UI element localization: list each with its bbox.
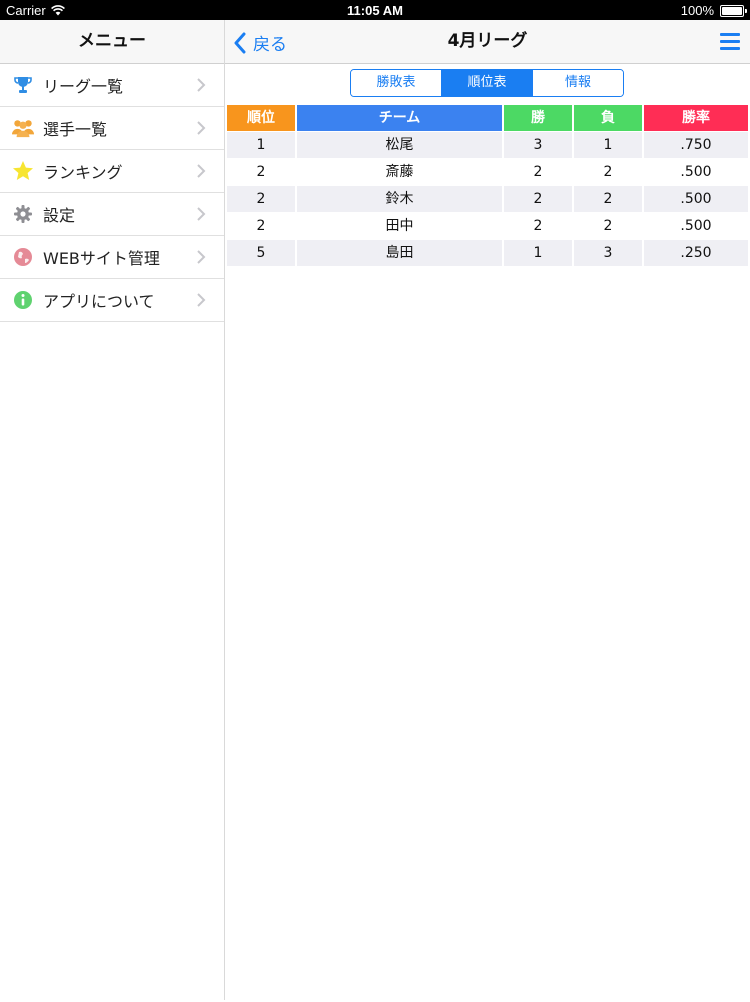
column-header-wins: 勝 (504, 105, 572, 131)
column-header-win-pct: 勝率 (644, 105, 748, 131)
cell-rank: 2 (227, 213, 295, 239)
segment-win-loss-table[interactable]: 勝敗表 (351, 70, 442, 96)
segmented-control: 勝敗表 順位表 情報 (350, 69, 624, 97)
sidebar-item-label: 選手一覧 (43, 120, 108, 139)
trophy-icon (12, 74, 34, 96)
chevron-right-icon (197, 78, 206, 92)
sidebar-item-ranking[interactable]: ランキング (0, 150, 224, 193)
sidebar-title: メニュー (0, 20, 224, 64)
cell-win-pct: .500 (644, 159, 748, 185)
cell-wins: 3 (504, 132, 572, 158)
table-row: 2 斎藤 2 2 .500 (227, 159, 748, 185)
cell-losses: 3 (574, 240, 642, 266)
sidebar-item-about-app[interactable]: アプリについて (0, 279, 224, 322)
chevron-right-icon (197, 207, 206, 221)
standings-table: 順位 チーム 勝 負 勝率 1 松尾 3 1 .750 2 斎藤 2 2 .50… (227, 105, 748, 266)
battery-indicator: 100% (680, 3, 747, 18)
chevron-right-icon (197, 293, 206, 307)
cell-wins: 1 (504, 240, 572, 266)
sidebar-menu: メニュー リーグ一覧 選手一覧 ランキング 設定 WEBサイト管理 アプリについ… (0, 20, 225, 1002)
star-icon (12, 160, 34, 182)
segment-info[interactable]: 情報 (533, 70, 623, 96)
battery-icon (720, 4, 747, 17)
cell-rank: 2 (227, 159, 295, 185)
sidebar-item-label: WEBサイト管理 (43, 249, 160, 268)
cell-rank: 1 (227, 132, 295, 158)
chevron-right-icon (197, 121, 206, 135)
table-row: 5 島田 1 3 .250 (227, 240, 748, 266)
table-row: 1 松尾 3 1 .750 (227, 132, 748, 158)
column-header-losses: 負 (574, 105, 642, 131)
page-title: 4月リーグ (447, 31, 528, 51)
cell-wins: 2 (504, 159, 572, 185)
sidebar-item-label: アプリについて (43, 292, 155, 311)
cell-losses: 2 (574, 159, 642, 185)
cell-win-pct: .500 (644, 213, 748, 239)
sidebar-item-label: 設定 (43, 206, 76, 225)
segment-standings[interactable]: 順位表 (442, 70, 533, 96)
cell-team: 松尾 (297, 132, 502, 158)
cell-team: 島田 (297, 240, 502, 266)
navigation-bar: 戻る 4月リーグ (225, 20, 750, 64)
cell-win-pct: .500 (644, 186, 748, 212)
sidebar-item-label: リーグ一覧 (43, 77, 124, 96)
cell-losses: 2 (574, 213, 642, 239)
cell-team: 斎藤 (297, 159, 502, 185)
sidebar-item-player-list[interactable]: 選手一覧 (0, 107, 224, 150)
cell-team: 鈴木 (297, 186, 502, 212)
people-icon (12, 117, 34, 139)
cell-win-pct: .250 (644, 240, 748, 266)
column-header-rank: 順位 (227, 105, 295, 131)
sidebar-item-label: ランキング (43, 163, 123, 182)
sidebar-item-league-list[interactable]: リーグ一覧 (0, 64, 224, 107)
cell-rank: 5 (227, 240, 295, 266)
sidebar-item-website-admin[interactable]: WEBサイト管理 (0, 236, 224, 279)
battery-percent: 100% (680, 3, 714, 18)
cell-wins: 2 (504, 213, 572, 239)
cell-team: 田中 (297, 213, 502, 239)
clock: 11:05 AM (347, 3, 403, 18)
chevron-right-icon (197, 164, 206, 178)
sidebar-item-settings[interactable]: 設定 (0, 193, 224, 236)
table-row: 2 田中 2 2 .500 (227, 213, 748, 239)
cell-win-pct: .750 (644, 132, 748, 158)
cell-losses: 1 (574, 132, 642, 158)
hamburger-menu-icon[interactable] (720, 33, 740, 51)
chevron-right-icon (197, 250, 206, 264)
info-icon (12, 289, 34, 311)
table-header: 順位 チーム 勝 負 勝率 (227, 105, 748, 131)
cell-rank: 2 (227, 186, 295, 212)
column-header-team: チーム (297, 105, 502, 131)
sidebar-empty-area (0, 322, 224, 1002)
cell-wins: 2 (504, 186, 572, 212)
gear-icon (12, 203, 34, 225)
globe-icon (12, 246, 34, 268)
table-row: 2 鈴木 2 2 .500 (227, 186, 748, 212)
cell-losses: 2 (574, 186, 642, 212)
status-bar: Carrier 11:05 AM 100% (0, 0, 750, 20)
